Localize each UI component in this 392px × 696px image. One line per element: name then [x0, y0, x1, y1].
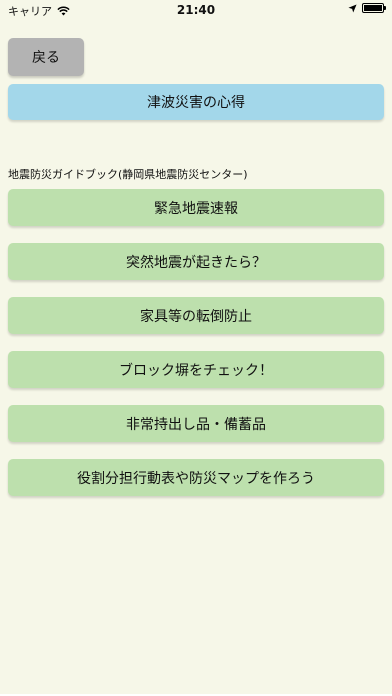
status-bar: キャリア 21:40 — [0, 0, 392, 20]
back-button[interactable]: 戻る — [8, 38, 84, 76]
tsunami-guide-button[interactable]: 津波災害の心得 — [8, 84, 384, 120]
emergency-earthquake-alert-button[interactable]: 緊急地震速報 — [8, 189, 384, 226]
status-time: 21:40 — [176, 3, 216, 17]
sudden-earthquake-button[interactable]: 突然地震が起きたら？ — [8, 243, 384, 280]
furniture-fall-prevention-button[interactable]: 家具等の転倒防止 — [8, 297, 384, 334]
section-title: 地震防災ガイドブック(静岡県地震防災センター) — [8, 168, 248, 181]
emergency-supplies-button[interactable]: 非常持出し品・備蓄品 — [8, 405, 384, 442]
location-arrow-icon — [348, 3, 357, 13]
role-table-disaster-map-button[interactable]: 役割分担行動表や防災マップを作ろう — [8, 459, 384, 496]
block-wall-check-button[interactable]: ブロック塀をチェック！ — [8, 351, 384, 388]
battery-icon — [362, 3, 386, 13]
guidebook-menu: 緊急地震速報 突然地震が起きたら？ 家具等の転倒防止 ブロック塀をチェック！ 非… — [8, 189, 384, 513]
status-right — [348, 3, 386, 13]
